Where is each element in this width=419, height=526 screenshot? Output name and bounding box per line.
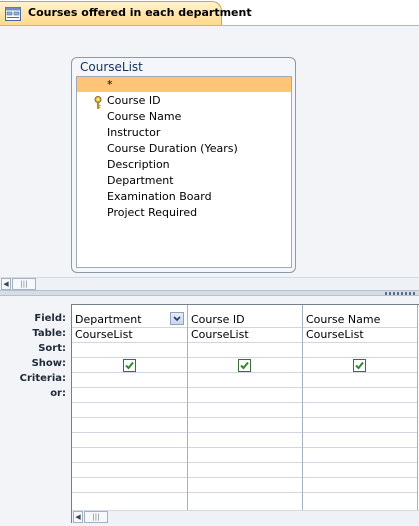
grid-row-divider <box>72 477 418 478</box>
checkbox-checked-icon[interactable] <box>353 359 366 372</box>
field-item-instructor[interactable]: Instructor <box>107 126 160 139</box>
primary-key-icon <box>94 96 102 109</box>
row-label-or: or: <box>50 388 66 399</box>
row-label-criteria: Criteria: <box>19 373 66 384</box>
grid-row-divider <box>72 492 418 493</box>
grid-field-cell-1[interactable]: Department <box>75 313 142 326</box>
dropdown-arrow-icon[interactable] <box>170 312 184 325</box>
grid-field-cell-3[interactable]: Course Name <box>306 313 380 326</box>
grid-row-divider <box>72 387 418 388</box>
scroll-left-arrow-icon[interactable]: ◀ <box>73 511 83 523</box>
field-list-window[interactable]: CourseList * Course ID Course Name Instr… <box>71 57 296 273</box>
grid-column-divider <box>187 305 188 510</box>
field-item-course-id[interactable]: Course ID <box>107 94 161 107</box>
tab-title: Courses offered in each department <box>28 6 252 19</box>
field-item-course-duration[interactable]: Course Duration (Years) <box>107 142 238 155</box>
grid-row-divider <box>72 462 418 463</box>
row-label-field: Field: <box>34 313 66 324</box>
grid-row-divider <box>72 402 418 403</box>
row-label-show: Show: <box>31 358 66 369</box>
splitter-grip-icon <box>385 292 417 295</box>
grid-row-divider <box>72 447 418 448</box>
grid-horizontal-scrollbar[interactable]: ◀ ||| <box>72 510 419 524</box>
checkbox-checked-icon[interactable] <box>123 359 136 372</box>
grid-column-divider <box>417 305 418 510</box>
grid-row-divider <box>72 357 418 358</box>
field-item-all[interactable]: * <box>107 78 113 91</box>
checkbox-checked-icon[interactable] <box>238 359 251 372</box>
scroll-thumb-grip-icon[interactable]: ||| <box>12 278 36 290</box>
grid-row-divider <box>72 342 418 343</box>
field-item-course-name[interactable]: Course Name <box>107 110 181 123</box>
grid-table-cell-3[interactable]: CourseList <box>306 328 364 341</box>
row-label-sort: Sort: <box>38 343 66 354</box>
scroll-left-arrow-icon[interactable]: ◀ <box>1 278 11 290</box>
field-list-box: * Course ID Course Name Instructor Cours… <box>76 76 292 268</box>
field-item-department[interactable]: Department <box>107 174 174 187</box>
grid-row-divider <box>72 432 418 433</box>
query-tab-icon <box>5 7 21 21</box>
field-list-title: CourseList <box>80 60 143 74</box>
field-item-project-required[interactable]: Project Required <box>107 206 197 219</box>
field-item-description[interactable]: Description <box>107 158 170 171</box>
grid-column-divider <box>302 305 303 510</box>
scroll-thumb-grip-icon[interactable]: ||| <box>84 511 108 523</box>
upper-horizontal-scrollbar[interactable]: ◀ ||| <box>0 277 419 291</box>
row-label-table: Table: <box>32 328 66 339</box>
tab-query-document[interactable]: Courses offered in each department <box>0 1 252 25</box>
grid-row-divider <box>72 417 418 418</box>
grid-table-cell-1[interactable]: CourseList <box>75 328 133 341</box>
grid-table-cell-2[interactable]: CourseList <box>191 328 249 341</box>
grid-field-cell-2[interactable]: Course ID <box>191 313 245 326</box>
query-design-grid[interactable]: Department CourseList Course ID CourseLi… <box>71 304 419 524</box>
field-item-examination-board[interactable]: Examination Board <box>107 190 212 203</box>
